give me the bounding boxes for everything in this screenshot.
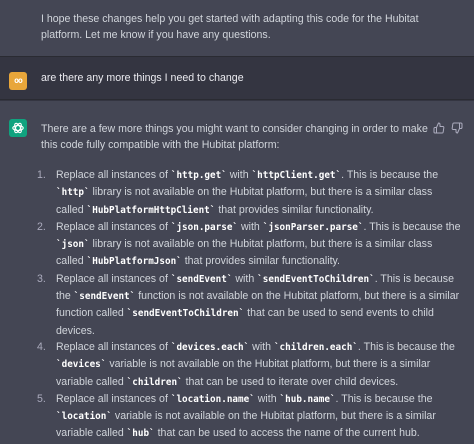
inline-code: `location` (56, 411, 112, 423)
list-item: 5. Replace all instances of `location.nam… (37, 392, 436, 440)
inline-code: `sendEventToChildren` (126, 308, 245, 320)
previous-message-text: I hope these changes help you get starte… (41, 13, 419, 42)
list-item: 1. Replace all instances of `http.get` wi… (37, 169, 439, 216)
inline-code: `hub.name` (279, 393, 336, 405)
inline-code: `jsonParser.parse` (262, 221, 364, 233)
changes-list: 1. Replace all instances of `http.get` wi… (36, 167, 461, 443)
list-item: 4. Replace all instances of `devices.each… (37, 340, 455, 388)
inline-code: `children` (126, 376, 183, 388)
list-item-number: 3. (37, 272, 46, 285)
openai-logo-icon (9, 119, 27, 137)
inline-code: `json` (56, 239, 90, 251)
user-message: oo are there any more things I need to c… (0, 57, 474, 100)
user-avatar-label: oo (14, 76, 23, 85)
inline-code: `HubPlatformJson` (86, 256, 182, 268)
assistant-intro-text: There are a few more things you might wa… (41, 123, 428, 152)
inline-code: `sendEvent` (73, 291, 136, 303)
list-item-number: 2. (37, 220, 46, 233)
previous-assistant-message: I hope these changes help you get starte… (0, 0, 474, 57)
list-item: 3. Replace all instances of `sendEvent` w… (37, 272, 460, 337)
inline-code: `devices.each` (170, 341, 250, 353)
inline-code: `httpClient.get` (251, 170, 342, 181)
inline-code: `devices` (56, 359, 107, 371)
list-item-number: 5. (37, 392, 46, 405)
inline-code: `children.each` (273, 341, 358, 353)
inline-code: `http` (56, 187, 90, 199)
list-item-number: 1. (37, 169, 46, 181)
inline-code: `HubPlatformHttpClient` (86, 204, 216, 216)
inline-code: `json.parse` (170, 221, 239, 233)
assistant-message: There are a few more things you might wa… (0, 101, 474, 444)
inline-code: `hub` (126, 428, 155, 440)
list-item: 2. Replace all instances of `json.parse` … (37, 220, 461, 268)
inline-code: `sendEventToChildren` (257, 273, 375, 285)
inline-code: `location.name` (170, 393, 255, 405)
inline-code: `http.get` (170, 170, 227, 181)
user-avatar: oo (9, 72, 27, 90)
list-item-number: 4. (37, 340, 46, 353)
user-message-text: are there any more things I need to chan… (41, 72, 244, 84)
inline-code: `sendEvent` (170, 273, 233, 285)
thumbs-down-icon[interactable] (451, 121, 463, 134)
